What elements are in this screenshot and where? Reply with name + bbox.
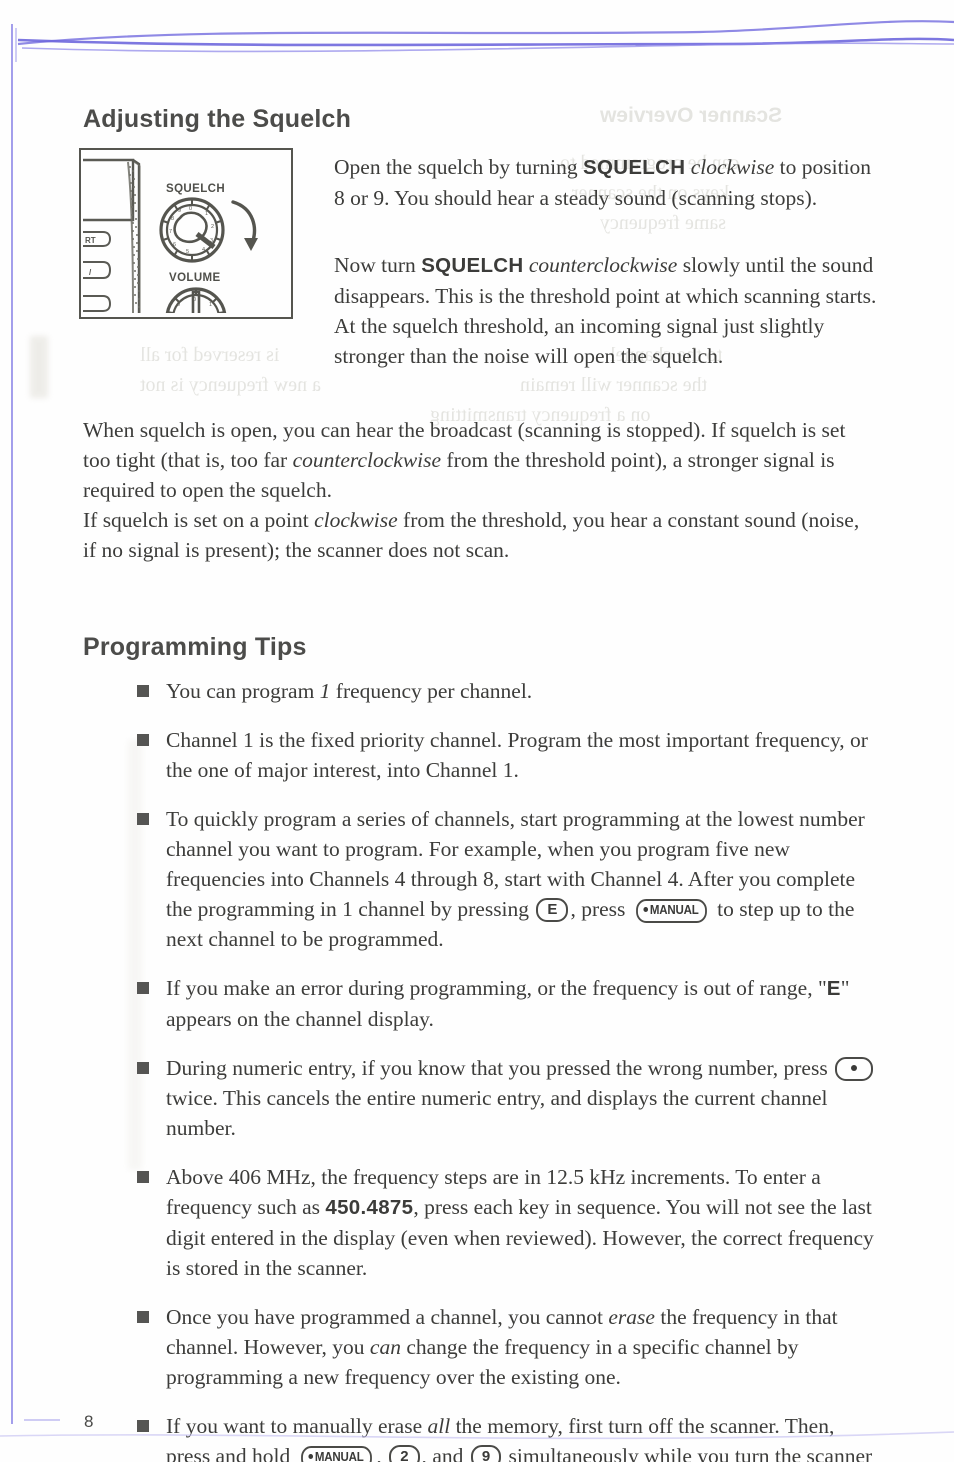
bullet-square-icon [137, 1062, 149, 1074]
text-run: If squelch is set on a point [83, 508, 315, 532]
emphasis-erase: erase [608, 1305, 655, 1329]
svg-text:1: 1 [205, 211, 208, 217]
svg-text:8: 8 [171, 216, 174, 222]
paragraph-when-squelch-open: When squelch is open, you can hear the b… [83, 415, 873, 505]
text-run: If you want to manually erase [166, 1414, 428, 1438]
list-item: During numeric entry, if you know that y… [137, 1053, 877, 1143]
bullet-square-icon [137, 982, 149, 994]
text-run: frequency per channel. [330, 679, 533, 703]
clockwise-arrow-icon [231, 200, 258, 251]
key-manual-label: MANUAL [314, 1450, 364, 1462]
side-button-label: / [89, 268, 92, 277]
squelch-knob: 0 1 2 3 4 5 6 7 8 9 [159, 197, 225, 263]
svg-text:9: 9 [178, 208, 181, 214]
squelch-control-name: SQUELCH [421, 254, 524, 277]
bullet-square-icon [137, 734, 149, 746]
programming-tips-list: You can program 1 frequency per channel.… [137, 676, 877, 1462]
side-button-label: RT [85, 236, 96, 245]
bullet-square-icon [137, 1171, 149, 1183]
bullet-square-icon [137, 685, 149, 697]
emphasis-counterclockwise: counterclockwise [292, 448, 442, 472]
text-run: If you make an error during programming,… [166, 976, 827, 1000]
volume-label: VOLUME [169, 272, 221, 284]
key-e[interactable]: E [536, 898, 569, 922]
emphasis-all: all [427, 1414, 451, 1438]
text-run: You can program [166, 679, 320, 703]
bullet-square-icon [137, 813, 149, 825]
list-item: You can program 1 frequency per channel. [137, 676, 877, 706]
text-run: Open the squelch by turning [334, 155, 583, 179]
page-number: 8 [84, 1412, 94, 1431]
key-manual[interactable]: MANUAL [635, 899, 707, 923]
paragraph-if-squelch-clockwise: If squelch is set on a point clockwise f… [83, 505, 873, 565]
svg-text:7: 7 [169, 229, 172, 235]
dot-icon [643, 907, 648, 912]
heading-programming-tips: Programming Tips [83, 633, 307, 661]
bullet-square-icon [137, 1311, 149, 1323]
list-item: Above 406 MHz, the frequency steps are i… [137, 1162, 877, 1283]
squelch-label: SQUELCH [166, 183, 225, 195]
emphasis-one: 1 [319, 679, 331, 703]
emphasis-can: can [369, 1335, 401, 1359]
svg-text:2: 2 [211, 224, 214, 230]
dot-icon [851, 1065, 858, 1071]
text-run: Channel 1 is the fixed priority channel.… [166, 728, 868, 782]
svg-text:0: 0 [189, 206, 192, 212]
key-9[interactable]: 9 [470, 1445, 502, 1462]
paragraph-now-turn-squelch: Now turn SQUELCH counterclockwise slowly… [334, 250, 880, 371]
svg-text:0: 0 [193, 297, 196, 303]
list-item: Once you have programmed a channel, you … [137, 1302, 877, 1392]
text-run: , press [570, 897, 631, 921]
svg-text:3: 3 [210, 238, 213, 244]
paragraph-open-squelch: Open the squelch by turning SQUELCH cloc… [334, 152, 874, 213]
scanner-front-panel-drawing: RT / SQUELCH 0 1 2 3 4 5 6 7 8 9 VOLUME … [83, 158, 258, 313]
key-manual[interactable]: MANUAL [300, 1446, 372, 1462]
list-item: If you want to manually erase all the me… [137, 1411, 877, 1462]
squelch-control-name: SQUELCH [583, 156, 686, 179]
list-item: Channel 1 is the fixed priority channel.… [137, 725, 877, 785]
key-manual-label: MANUAL [649, 903, 699, 917]
bullet-square-icon [137, 1420, 149, 1432]
emphasis-clockwise: clockwise [690, 155, 775, 179]
heading-adjusting-the-squelch: Adjusting the Squelch [83, 105, 352, 133]
display-code-e: E [826, 977, 841, 1000]
key-dot[interactable] [835, 1057, 874, 1081]
emphasis-counterclockwise: counterclockwise [528, 253, 678, 277]
svg-text:1: 1 [209, 302, 212, 308]
text-run: , [376, 1444, 388, 1462]
text-run: Once you have programmed a channel, you … [166, 1305, 609, 1329]
manual-page: Scanner Overview can be programmed to ke… [0, 0, 954, 1462]
svg-text:6: 6 [173, 242, 176, 248]
frequency-value: 450.4875 [325, 1196, 414, 1219]
text-run: Now turn [334, 253, 422, 277]
squelch-volume-illustration: RT / SQUELCH 0 1 2 3 4 5 6 7 8 9 VOLUME … [79, 148, 293, 319]
text-run: , and [421, 1444, 469, 1462]
list-item: If you make an error during programming,… [137, 973, 877, 1034]
text-run: twice. This cancels the entire numeric e… [166, 1086, 828, 1140]
key-2[interactable]: 2 [389, 1445, 420, 1462]
volume-knob: 0 1 9 8 [165, 287, 227, 313]
text-run: During numeric entry, if you know that y… [166, 1056, 834, 1080]
page-content: Adjusting the Squelch RT / SQUELCH 0 1 2… [0, 0, 954, 1462]
svg-text:5: 5 [186, 249, 189, 255]
svg-text:9: 9 [177, 302, 180, 308]
emphasis-clockwise: clockwise [314, 508, 398, 532]
svg-text:4: 4 [202, 247, 205, 253]
list-item: To quickly program a series of channels,… [137, 804, 877, 954]
dot-icon [308, 1454, 313, 1459]
